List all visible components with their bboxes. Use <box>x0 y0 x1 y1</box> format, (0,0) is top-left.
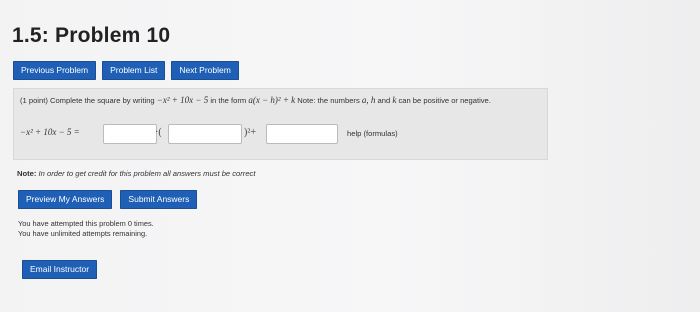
prompt-note: Note: the numbers <box>297 96 360 105</box>
prompt-expression: −x² + 10x − 5 <box>156 95 209 105</box>
attempts-text: You have attempted this problem 0 times. <box>18 219 154 228</box>
answer-h-input[interactable] <box>168 124 242 144</box>
prompt-prefix: (1 point) Complete the square by writing <box>20 96 155 105</box>
answer-actions: Preview My Answers Submit Answers <box>18 190 198 209</box>
prompt-tail: can be positive or negative. <box>398 96 491 105</box>
help-formulas-link[interactable]: help (formulas) <box>347 129 398 138</box>
prompt-vars: a, h <box>361 95 376 105</box>
prompt-and: and <box>377 96 391 105</box>
remaining-text: You have unlimited attempts remaining. <box>18 229 148 238</box>
problem-navigation: Previous Problem Problem List Next Probl… <box>13 61 239 80</box>
problem-panel: (1 point) Complete the square by writing… <box>13 88 548 160</box>
problem-prompt: (1 point) Complete the square by writing… <box>20 95 540 106</box>
squared-plus-symbol: )²+ <box>244 127 256 138</box>
multiply-paren-symbol: ·( <box>155 127 162 138</box>
note-label: Note: <box>17 169 37 178</box>
answer-a-input[interactable] <box>103 124 157 144</box>
note-text: In order to get credit for this problem … <box>38 169 256 178</box>
answer-row: −x² + 10x − 5 = ·( )²+ help (formulas) <box>20 124 540 144</box>
credit-note: Note: In order to get credit for this pr… <box>17 169 255 178</box>
prompt-form: a(x − h)² + k <box>248 95 296 105</box>
page-title: 1.5: Problem 10 <box>12 24 171 47</box>
prompt-var-k: k <box>392 95 397 105</box>
attempt-status: You have attempted this problem 0 times.… <box>18 219 154 239</box>
preview-answers-button[interactable]: Preview My Answers <box>18 190 113 209</box>
email-instructor-button[interactable]: Email Instructor <box>22 260 98 279</box>
problem-list-button[interactable]: Problem List <box>102 61 166 80</box>
answer-expression: −x² + 10x − 5 = <box>20 127 80 137</box>
webwork-page: 1.5: Problem 10 Previous Problem Problem… <box>0 0 700 312</box>
answer-k-input[interactable] <box>266 124 338 144</box>
previous-problem-button[interactable]: Previous Problem <box>13 61 97 80</box>
prompt-mid: in the form <box>210 96 247 105</box>
submit-answers-button[interactable]: Submit Answers <box>120 190 198 209</box>
next-problem-button[interactable]: Next Problem <box>171 61 239 80</box>
